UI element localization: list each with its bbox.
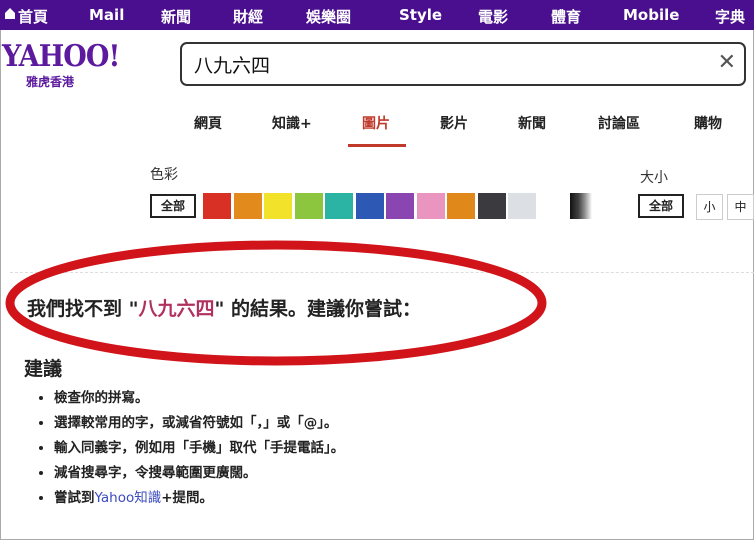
tab-videos[interactable]: 影片: [440, 113, 468, 133]
color-swatch[interactable]: [355, 193, 384, 219]
suggestion-last-prefix: 嘗試到: [54, 490, 95, 506]
size-all-button[interactable]: 全部: [638, 194, 684, 218]
no-results-suffix: " 的結果。建議你嘗試：: [214, 298, 422, 320]
size-small-button[interactable]: 小: [696, 194, 723, 220]
tab-answers[interactable]: 知識+: [272, 113, 312, 133]
yahoo-answers-link[interactable]: Yahoo知識: [95, 490, 162, 506]
color-swatch[interactable]: [477, 193, 506, 219]
tab-forum[interactable]: 討論區: [598, 113, 640, 133]
top-nav-bar: 首頁 Mail 新聞 財經 娛樂圈 Style 電影 體育 Mobile 字典: [0, 0, 754, 30]
size-medium-button[interactable]: 中: [727, 194, 754, 220]
suggestion-item: 選擇較常用的字，或減省符號如「，」或「@」。: [54, 411, 344, 436]
suggestions-list: 檢查你的拼寫。 選擇較常用的字，或減省符號如「，」或「@」。 輸入同義字，例如用…: [34, 386, 344, 511]
color-swatch[interactable]: [203, 193, 231, 219]
suggestion-last-suffix: +提問。: [161, 490, 214, 506]
logo-wordmark: YAHOO!: [2, 39, 120, 74]
nav-mobile[interactable]: Mobile: [623, 6, 679, 24]
nav-finance[interactable]: 財經: [233, 6, 263, 27]
nav-news[interactable]: 新聞: [161, 6, 191, 27]
color-swatch[interactable]: [508, 193, 536, 219]
search-input[interactable]: [194, 51, 694, 77]
color-swatch[interactable]: [233, 193, 262, 219]
suggestions-title: 建議: [24, 358, 63, 380]
yahoo-logo[interactable]: YAHOO! 雅虎香港: [2, 42, 120, 90]
color-filter-label: 色彩: [150, 167, 178, 183]
home-icon[interactable]: [4, 6, 16, 20]
size-filter-label: 大小: [640, 170, 668, 186]
suggestion-item: 輸入同義字，例如用「手機」取代「手提電話」。: [54, 436, 344, 461]
nav-style[interactable]: Style: [399, 6, 442, 24]
color-swatch[interactable]: [416, 193, 445, 219]
nav-entertainment[interactable]: 娛樂圈: [306, 6, 351, 27]
nav-dictionary[interactable]: 字典: [715, 6, 745, 27]
nav-home[interactable]: 首頁: [18, 6, 48, 27]
active-tab-indicator: [348, 144, 406, 147]
color-swatch[interactable]: [325, 193, 353, 219]
suggestion-item: 減省搜尋字，令搜尋範圍更廣闊。: [54, 461, 344, 486]
suggestion-item: 嘗試到Yahoo知識+提問。: [54, 486, 344, 511]
nav-movies[interactable]: 電影: [478, 6, 508, 27]
no-results-message: 我們找不到 "八九六四" 的結果。建議你嘗試：: [27, 294, 421, 321]
color-swatch[interactable]: [447, 193, 475, 219]
tab-news[interactable]: 新聞: [518, 113, 546, 133]
nav-mail[interactable]: Mail: [89, 6, 124, 24]
color-swatch[interactable]: [386, 193, 414, 219]
color-swatch[interactable]: [264, 193, 292, 219]
search-box: ✕: [180, 42, 746, 86]
nav-sports[interactable]: 體育: [551, 6, 581, 27]
tab-images[interactable]: 圖片: [362, 113, 390, 133]
color-all-button[interactable]: 全部: [150, 194, 196, 218]
tab-web[interactable]: 網頁: [194, 113, 222, 133]
suggestion-item: 檢查你的拼寫。: [54, 386, 344, 411]
tab-shopping[interactable]: 購物: [694, 113, 722, 133]
color-swatch[interactable]: [294, 193, 323, 219]
close-icon[interactable]: ✕: [718, 50, 736, 75]
logo-subtitle: 雅虎香港: [26, 75, 75, 89]
swatch-black-white[interactable]: [570, 193, 592, 219]
no-results-prefix: 我們找不到 ": [27, 298, 139, 320]
no-results-query: 八九六四: [138, 298, 215, 320]
